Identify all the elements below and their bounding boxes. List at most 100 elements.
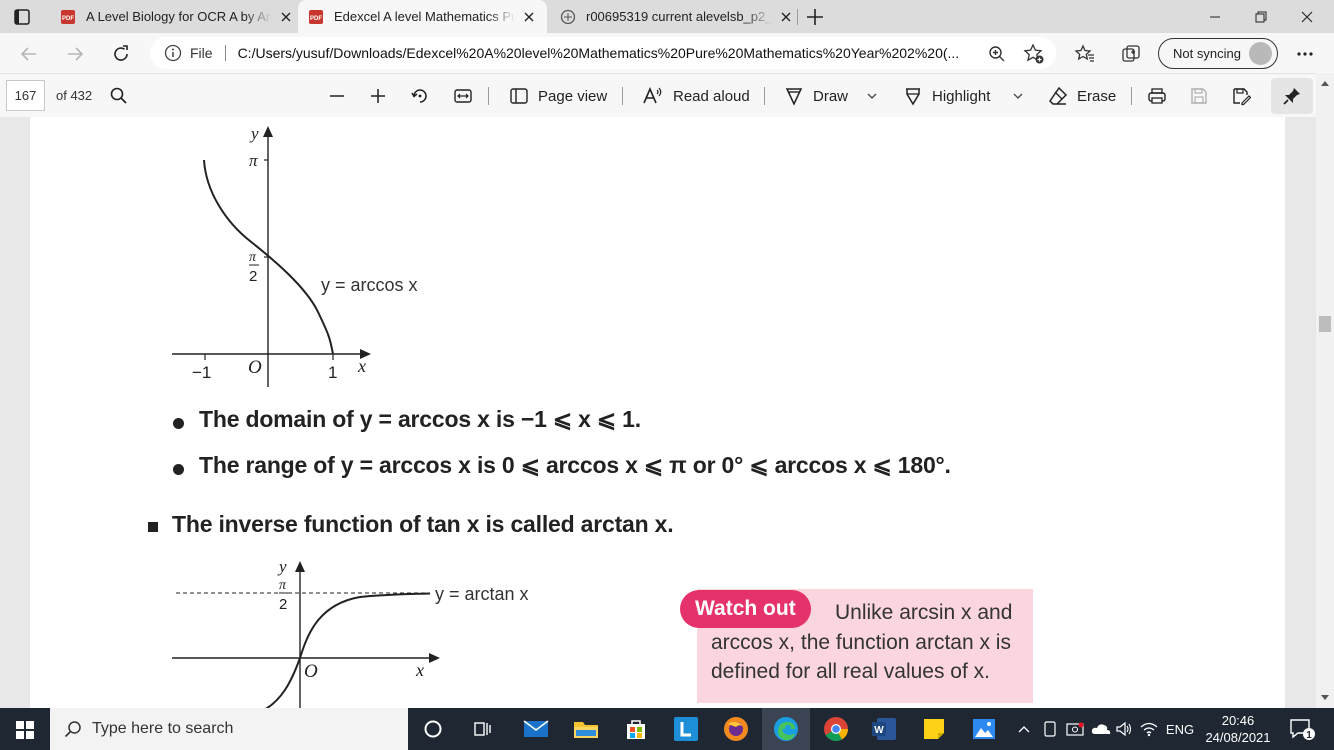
taskbar-search[interactable]: Type here to search	[50, 708, 408, 750]
add-favorite-icon[interactable]	[1022, 42, 1046, 66]
url-text[interactable]: C:/Users/yusuf/Downloads/Edexcel%20A%20l…	[238, 45, 988, 61]
edge-icon[interactable]	[762, 708, 810, 750]
watch-out-line-2: arccos x, the function arctan x is	[711, 631, 1011, 654]
graph2-half-pi-num: π	[279, 578, 287, 593]
pin-toolbar-icon[interactable]	[1271, 78, 1313, 114]
search-icon	[64, 721, 81, 738]
favorites-icon[interactable]	[1073, 42, 1097, 66]
notification-count: 1	[1306, 730, 1312, 741]
tab-strip: PDF A Level Biology for OCR A by Ann PDF…	[0, 0, 1334, 33]
vertical-scrollbar[interactable]	[1316, 73, 1334, 708]
close-window-icon[interactable]	[1284, 0, 1330, 33]
arccos-graph: y π π 2 y = arccos x −1 O 1 x	[172, 124, 418, 387]
erase-button[interactable]: Erase	[1048, 84, 1116, 108]
zoom-in-icon[interactable]	[369, 84, 387, 108]
show-hidden-icons-icon[interactable]	[1014, 708, 1034, 750]
firefox-icon[interactable]	[712, 708, 760, 750]
draw-options-chevron-icon[interactable]	[866, 84, 878, 108]
watch-out-line-1: Unlike arcsin x and	[835, 601, 1013, 624]
address-row: File C:/Users/yusuf/Downloads/Edexcel%20…	[0, 33, 1334, 73]
meet-now-icon[interactable]	[1064, 708, 1086, 750]
tab-biology[interactable]: PDF A Level Biology for OCR A by Ann	[50, 0, 296, 33]
save-icon[interactable]	[1189, 84, 1209, 108]
read-aloud-label: Read aloud	[673, 87, 750, 105]
task-view-icon[interactable]	[459, 708, 507, 750]
restore-icon[interactable]	[1238, 0, 1284, 33]
highlight-icon	[906, 88, 920, 106]
sticky-notes-icon[interactable]	[910, 708, 958, 750]
l-app-icon[interactable]	[662, 708, 710, 750]
toolbar-divider	[488, 87, 489, 105]
store-icon[interactable]	[612, 708, 660, 750]
print-icon[interactable]	[1147, 84, 1167, 108]
highlight-button[interactable]: Highlight	[903, 84, 990, 108]
svg-text:W: W	[874, 725, 884, 736]
draw-icon	[785, 88, 803, 106]
save-as-icon[interactable]	[1231, 84, 1251, 108]
eraser-icon	[1049, 86, 1068, 105]
photos-icon[interactable]	[960, 708, 1008, 750]
highlight-label: Highlight	[932, 87, 991, 105]
read-aloud-icon	[643, 86, 662, 104]
graph2-x-label: x	[415, 660, 424, 680]
page-view-icon	[510, 88, 528, 104]
more-options-icon[interactable]	[1293, 42, 1317, 66]
graph1-curve-label: y = arccos x	[321, 275, 418, 295]
page-number-input[interactable]: 167	[6, 80, 45, 111]
scrollbar-thumb[interactable]	[1319, 316, 1331, 332]
wifi-icon[interactable]	[1139, 708, 1159, 750]
graph1-half-pi-den: 2	[249, 268, 257, 285]
bullet-dot	[173, 464, 184, 475]
minimize-icon[interactable]	[1192, 0, 1238, 33]
tablet-icon[interactable]	[1040, 708, 1060, 750]
cortana-icon[interactable]	[409, 708, 457, 750]
profile-button[interactable]: Not syncing	[1158, 38, 1278, 69]
draw-button[interactable]: Draw	[784, 84, 848, 108]
clock[interactable]: 20:46 24/08/2021	[1198, 712, 1278, 746]
page-view-button[interactable]: Page view	[509, 84, 607, 108]
collections-icon[interactable]	[1119, 42, 1143, 66]
refresh-icon[interactable]	[108, 41, 134, 67]
document-viewport[interactable]: y π π 2 y = arccos x −1 O 1 x The domain…	[0, 117, 1316, 708]
tab-divider	[797, 9, 798, 25]
clock-date: 24/08/2021	[1205, 730, 1271, 745]
new-tab-icon[interactable]	[804, 6, 826, 28]
tab-title: A Level Biology for OCR A by Ann	[86, 9, 272, 24]
tab-title: r00695319 current alevelsb_p2_e	[586, 9, 772, 24]
x-axis-arrow	[429, 653, 440, 663]
draw-label: Draw	[813, 87, 849, 105]
close-tab-icon[interactable]	[776, 7, 796, 27]
taskbar: Type here to search W ENG 20:46 24/08/20…	[0, 708, 1334, 750]
find-icon[interactable]	[110, 84, 128, 108]
back-icon[interactable]	[16, 41, 42, 67]
tab-edexcel[interactable]: PDF Edexcel A level Mathematics Pure	[298, 0, 547, 33]
onedrive-icon[interactable]	[1090, 708, 1112, 750]
mail-icon[interactable]	[512, 708, 560, 750]
chrome-icon[interactable]	[812, 708, 860, 750]
tab-title: Edexcel A level Mathematics Pure	[334, 9, 515, 24]
info-icon[interactable]	[164, 44, 182, 62]
volume-icon[interactable]	[1114, 708, 1134, 750]
zoom-icon[interactable]	[985, 42, 1009, 66]
close-tab-icon[interactable]	[276, 7, 296, 27]
file-explorer-icon[interactable]	[562, 708, 610, 750]
fit-width-icon[interactable]	[453, 84, 473, 108]
zoom-out-icon[interactable]	[328, 84, 346, 108]
scroll-up-icon[interactable]	[1320, 79, 1330, 87]
tab-r00695319[interactable]: r00695319 current alevelsb_p2_e	[550, 0, 796, 33]
highlight-options-chevron-icon[interactable]	[1012, 84, 1024, 108]
search-placeholder: Type here to search	[92, 720, 234, 737]
close-tab-icon[interactable]	[519, 7, 539, 27]
tab-actions-icon[interactable]	[12, 7, 32, 27]
page-total: of 432	[56, 88, 93, 103]
windows-start-icon[interactable]	[16, 721, 34, 739]
word-icon[interactable]: W	[860, 708, 908, 750]
forward-icon[interactable]	[62, 41, 88, 67]
scroll-down-icon[interactable]	[1320, 694, 1330, 702]
read-aloud-button[interactable]: Read aloud	[642, 84, 750, 108]
clock-time: 20:46	[1221, 713, 1255, 728]
rotate-icon[interactable]	[410, 84, 430, 108]
language-indicator[interactable]: ENG	[1162, 708, 1198, 750]
address-bar[interactable]: File C:/Users/yusuf/Downloads/Edexcel%20…	[150, 37, 1056, 69]
notifications-icon[interactable]: 1	[1284, 708, 1320, 750]
